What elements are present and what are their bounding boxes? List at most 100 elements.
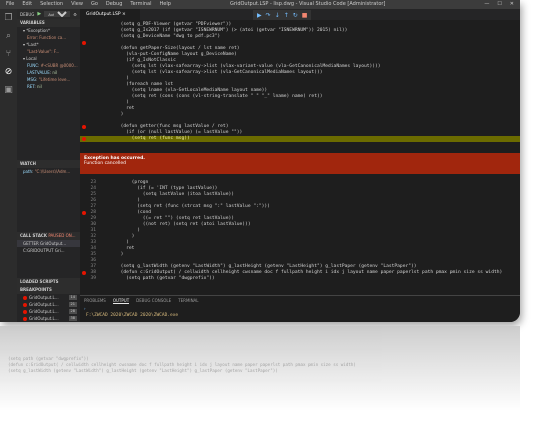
line-code: ) xyxy=(104,228,140,233)
line-code: ) xyxy=(104,76,129,81)
menu-help[interactable]: Help xyxy=(160,1,171,7)
debug-sidebar: DEBUG ▶ AutoLISP ⚙ VARIABLES ▾ *Exceptio… xyxy=(17,9,80,322)
step-into-icon[interactable]: ↓ xyxy=(275,12,280,19)
breakpoint-item[interactable]: GridOutput.L... 21 xyxy=(17,301,80,308)
code-line[interactable]: 39 (setq path (getvar "dwgprefix")) xyxy=(80,276,520,282)
restart-icon[interactable]: ↻ xyxy=(293,12,298,19)
menu-edit[interactable]: Edit xyxy=(22,1,32,7)
line-code: (defun getter(func msg lastValue / ret) xyxy=(104,124,229,129)
local-var[interactable]: FUNC: #<SUBR @0000... xyxy=(17,62,80,69)
output-text: F:\ZWCAD 2020\ZWCAD 2020\ZWCAD.exe xyxy=(86,313,179,318)
debug-config-select[interactable]: AutoLISP xyxy=(44,11,71,17)
exception-widget: Exception has occurred. Function cancell… xyxy=(80,153,520,174)
breakpoint-icon xyxy=(23,303,27,307)
breakpoint-marker-icon[interactable] xyxy=(82,271,86,275)
menu-debug[interactable]: Debug xyxy=(106,1,122,7)
loaded-scripts-header[interactable]: LOADED SCRIPTS xyxy=(17,278,80,286)
local-var[interactable]: LASTVALUE: nil xyxy=(17,69,80,76)
breakpoint-icon xyxy=(23,296,27,300)
line-code: ret xyxy=(104,246,135,251)
callstack-frame[interactable]: GETTER GridOutput... xyxy=(17,240,80,247)
callstack-header[interactable]: CALL STACK PAUSED ON... xyxy=(17,232,80,240)
local-var[interactable]: MSG: "Lifetime leve... xyxy=(17,76,80,83)
last-value[interactable]: "Last-Value": F... xyxy=(17,48,80,55)
files-icon[interactable]: ❐ xyxy=(0,9,17,27)
breakpoint-item[interactable]: GridOutput.L... 38 xyxy=(17,315,80,322)
line-code: ) xyxy=(104,112,124,117)
variables-header[interactable]: VARIABLES xyxy=(17,19,80,27)
tab-problems[interactable]: PROBLEMS xyxy=(84,298,106,304)
line-code: (setq lst (vlax-safearray->list (vla-Get… xyxy=(104,70,323,75)
line-code: (if g_IsNotClassic xyxy=(104,58,176,63)
menu-view[interactable]: View xyxy=(71,1,83,7)
close-button[interactable]: ✕ xyxy=(510,1,514,7)
line-code: (setq g_DeviceName "dwg to pdf.pc3") xyxy=(104,34,221,39)
breakpoint-item[interactable]: GridOutput.L... 28 xyxy=(17,308,80,315)
breakpoint-marker-icon[interactable] xyxy=(82,41,86,45)
step-out-icon[interactable]: ↑ xyxy=(284,12,289,19)
step-over-icon[interactable]: ↷ xyxy=(266,12,271,19)
watch-header[interactable]: WATCH xyxy=(17,160,80,168)
search-icon[interactable]: ⌕ xyxy=(0,27,17,45)
line-code: (progn xyxy=(104,180,149,185)
bottom-panel: PROBLEMS OUTPUT DEBUG CONSOLE TERMINAL ›… xyxy=(80,295,520,322)
debug-icon[interactable]: ⊘ xyxy=(0,63,17,81)
extensions-icon[interactable]: ▣ xyxy=(0,81,17,99)
vscode-window: File Edit Selection View Go Debug Termin… xyxy=(0,0,520,322)
line-code: (setq g_Is2017 (if (getvar "ISNEWRNUM") … xyxy=(104,28,348,33)
line-code: (vla-put-ConfigName layout g_DeviceName) xyxy=(104,52,237,57)
source-control-icon[interactable]: ⑂ xyxy=(0,45,17,63)
local-scope[interactable]: ▾ Local xyxy=(17,55,80,62)
current-line[interactable]: (setq ret (func msg)) xyxy=(80,136,520,142)
continue-icon[interactable]: ▶ xyxy=(257,12,262,19)
last-scope[interactable]: ▾ *Last* xyxy=(17,41,80,48)
line-code: (setq ret (cons (cons (vl-string-transla… xyxy=(104,94,323,99)
callstack-spacer xyxy=(17,254,80,278)
line-code: ) xyxy=(104,234,135,239)
line-code: (if (or (null lastValue) (= lastValue ""… xyxy=(104,130,243,135)
debug-config-bar: DEBUG ▶ AutoLISP ⚙ xyxy=(17,9,80,19)
exception-message: Function cancelled xyxy=(84,161,127,166)
exception-scope[interactable]: ▾ *Exception* xyxy=(17,27,80,34)
window-reflection: (setq path (getvar "dwgprefix")) (defun … xyxy=(0,326,520,411)
breakpoint-marker-icon[interactable] xyxy=(82,211,86,215)
menu-go[interactable]: Go xyxy=(91,1,98,7)
window-controls: — ☐ ✕ xyxy=(484,1,514,7)
line-code: ((not ret) (setq ret (atoi lastValue))) xyxy=(104,222,251,227)
callstack-frame[interactable]: C:GRIDOUTPUT Gri... xyxy=(17,247,80,254)
tab-terminal[interactable]: TERMINAL xyxy=(178,298,198,304)
breakpoint-item[interactable]: GridOutput.L... 14 xyxy=(17,294,80,301)
start-debug-icon[interactable]: ▶ xyxy=(37,11,41,17)
menu-selection[interactable]: Selection xyxy=(40,1,63,7)
line-code: (if (= 'INT (type lastValue)) xyxy=(104,186,218,191)
panel-tabs: PROBLEMS OUTPUT DEBUG CONSOLE TERMINAL xyxy=(80,296,520,306)
line-number[interactable]: 39 xyxy=(80,276,96,282)
close-tab-icon[interactable]: × xyxy=(122,12,126,17)
line-code: ) xyxy=(104,240,129,245)
line-code: (defun getPaper-Size(layout / lst name r… xyxy=(104,46,240,51)
gear-icon[interactable]: ⚙ xyxy=(73,12,77,17)
stop-icon[interactable]: ■ xyxy=(302,12,308,19)
line-code: ) xyxy=(104,252,124,257)
breakpoint-icon xyxy=(23,317,27,321)
line-code: (foreach name lst xyxy=(104,82,174,87)
minimize-button[interactable]: — xyxy=(484,1,489,7)
line-code: ) xyxy=(104,198,140,203)
breakpoints-header[interactable]: BREAKPOINTS xyxy=(17,286,80,294)
maximize-button[interactable]: ☐ xyxy=(497,1,501,7)
watch-row[interactable]: path: "C:\\Users\\Adm... xyxy=(17,168,80,175)
tab-debug-console[interactable]: DEBUG CONSOLE xyxy=(136,298,171,304)
menu-file[interactable]: File xyxy=(6,1,14,7)
line-code: (setq ret (func msg)) xyxy=(104,136,190,141)
tab-gridoutput[interactable]: GridOutput.LSP × xyxy=(80,9,140,20)
menu-terminal[interactable]: Terminal xyxy=(130,1,151,7)
breakpoint-marker-icon[interactable] xyxy=(82,137,86,141)
variables-spacer xyxy=(17,90,80,160)
line-code: (defun c:GridOutput( / cellwidth cellhei… xyxy=(104,270,503,275)
tab-output[interactable]: OUTPUT xyxy=(112,298,130,304)
breakpoint-marker-icon[interactable] xyxy=(82,125,86,129)
line-code: ((= ret "") (setq ret lastValue)) xyxy=(104,216,234,221)
menu-bar: File Edit Selection View Go Debug Termin… xyxy=(6,1,171,7)
local-var[interactable]: RET: nil xyxy=(17,83,80,90)
exception-value[interactable]: Error: Function ca... xyxy=(17,34,80,41)
